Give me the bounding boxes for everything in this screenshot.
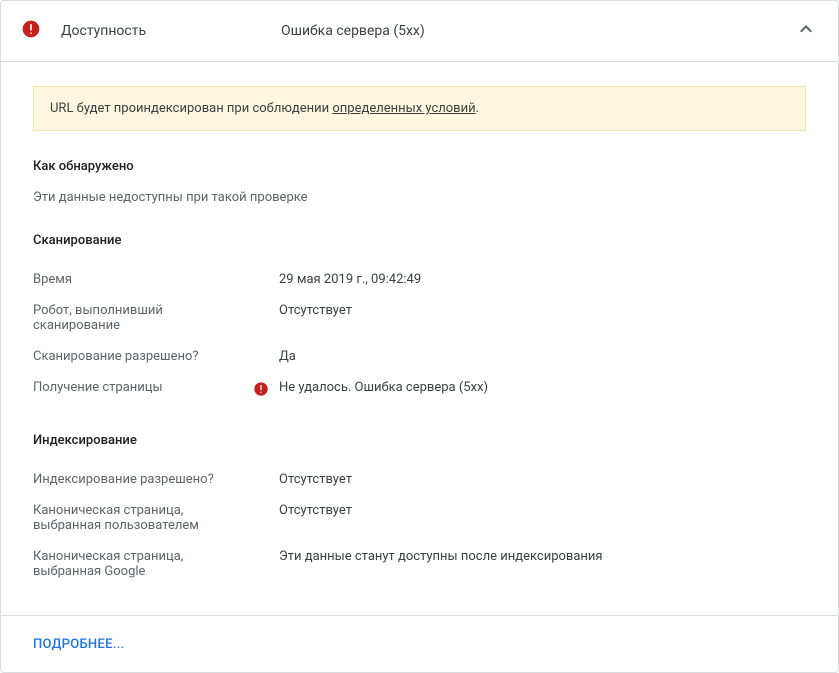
- info-banner: URL будет проиндексирован при соблюдении…: [33, 86, 806, 131]
- label-crawl-time: Время: [33, 272, 253, 287]
- label-indexing-allowed: Индексирование разрешено?: [33, 472, 253, 487]
- row-crawl-time: Время 29 мая 2019 г., 09:42:49: [33, 264, 806, 295]
- header-title: Доступность: [61, 23, 281, 39]
- value-crawl-time: 29 мая 2019 г., 09:42:49: [279, 272, 806, 287]
- section-discovery: Как обнаружено Эти данные недоступны при…: [33, 159, 806, 205]
- availability-card: Доступность Ошибка сервера (5xx) URL буд…: [0, 0, 839, 673]
- label-crawl-fetch: Получение страницы: [33, 380, 253, 395]
- row-crawl-fetch: Получение страницы Не удалось. Ошибка се…: [33, 372, 806, 405]
- help-icon[interactable]: [229, 556, 245, 572]
- row-google-canonical: Каноническая страница, выбранная Google …: [33, 541, 806, 587]
- card-footer: Подробнее...: [1, 615, 838, 672]
- label-crawl-robot: Робот, выполнивший сканирование: [33, 303, 253, 333]
- value-google-canonical: Эти данные станут доступны после индекси…: [279, 549, 806, 564]
- section-title-crawl: Сканирование: [33, 233, 806, 248]
- row-crawl-allowed: Сканирование разрешено? Да: [33, 341, 806, 372]
- card-body: URL будет проиндексирован при соблюдении…: [1, 62, 838, 672]
- discovery-note: Эти данные недоступны при такой проверке: [33, 190, 806, 205]
- label-crawl-allowed: Сканирование разрешено?: [33, 349, 253, 364]
- section-title-discovery: Как обнаружено: [33, 159, 806, 174]
- banner-link[interactable]: определенных условий: [332, 101, 475, 116]
- card-header[interactable]: Доступность Ошибка сервера (5xx): [1, 1, 838, 62]
- error-icon: [21, 19, 41, 43]
- row-indexing-allowed: Индексирование разрешено? Отсутствует: [33, 464, 806, 495]
- fetch-error-icon: [253, 380, 279, 397]
- row-crawl-robot: Робот, выполнивший сканирование Отсутств…: [33, 295, 806, 341]
- label-user-canonical: Каноническая страница, выбранная пользов…: [33, 503, 253, 533]
- value-indexing-allowed: Отсутствует: [279, 472, 806, 487]
- section-crawl: Сканирование Время 29 мая 2019 г., 09:42…: [33, 233, 806, 405]
- value-crawl-fetch: Не удалось. Ошибка сервера (5xx): [279, 380, 806, 395]
- banner-prefix: URL будет проиндексирован при соблюдении: [50, 101, 332, 116]
- label-google-canonical: Каноническая страница, выбранная Google: [33, 549, 253, 579]
- section-title-indexing: Индексирование: [33, 433, 806, 448]
- more-link[interactable]: Подробнее...: [33, 637, 124, 652]
- value-user-canonical: Отсутствует: [279, 503, 806, 518]
- row-user-canonical: Каноническая страница, выбранная пользов…: [33, 495, 806, 541]
- section-indexing: Индексирование Индексирование разрешено?…: [33, 433, 806, 587]
- chevron-up-icon[interactable]: [794, 17, 818, 45]
- value-crawl-allowed: Да: [279, 349, 806, 364]
- value-crawl-robot: Отсутствует: [279, 303, 806, 318]
- banner-suffix: .: [476, 101, 479, 116]
- header-subtitle: Ошибка сервера (5xx): [281, 23, 794, 39]
